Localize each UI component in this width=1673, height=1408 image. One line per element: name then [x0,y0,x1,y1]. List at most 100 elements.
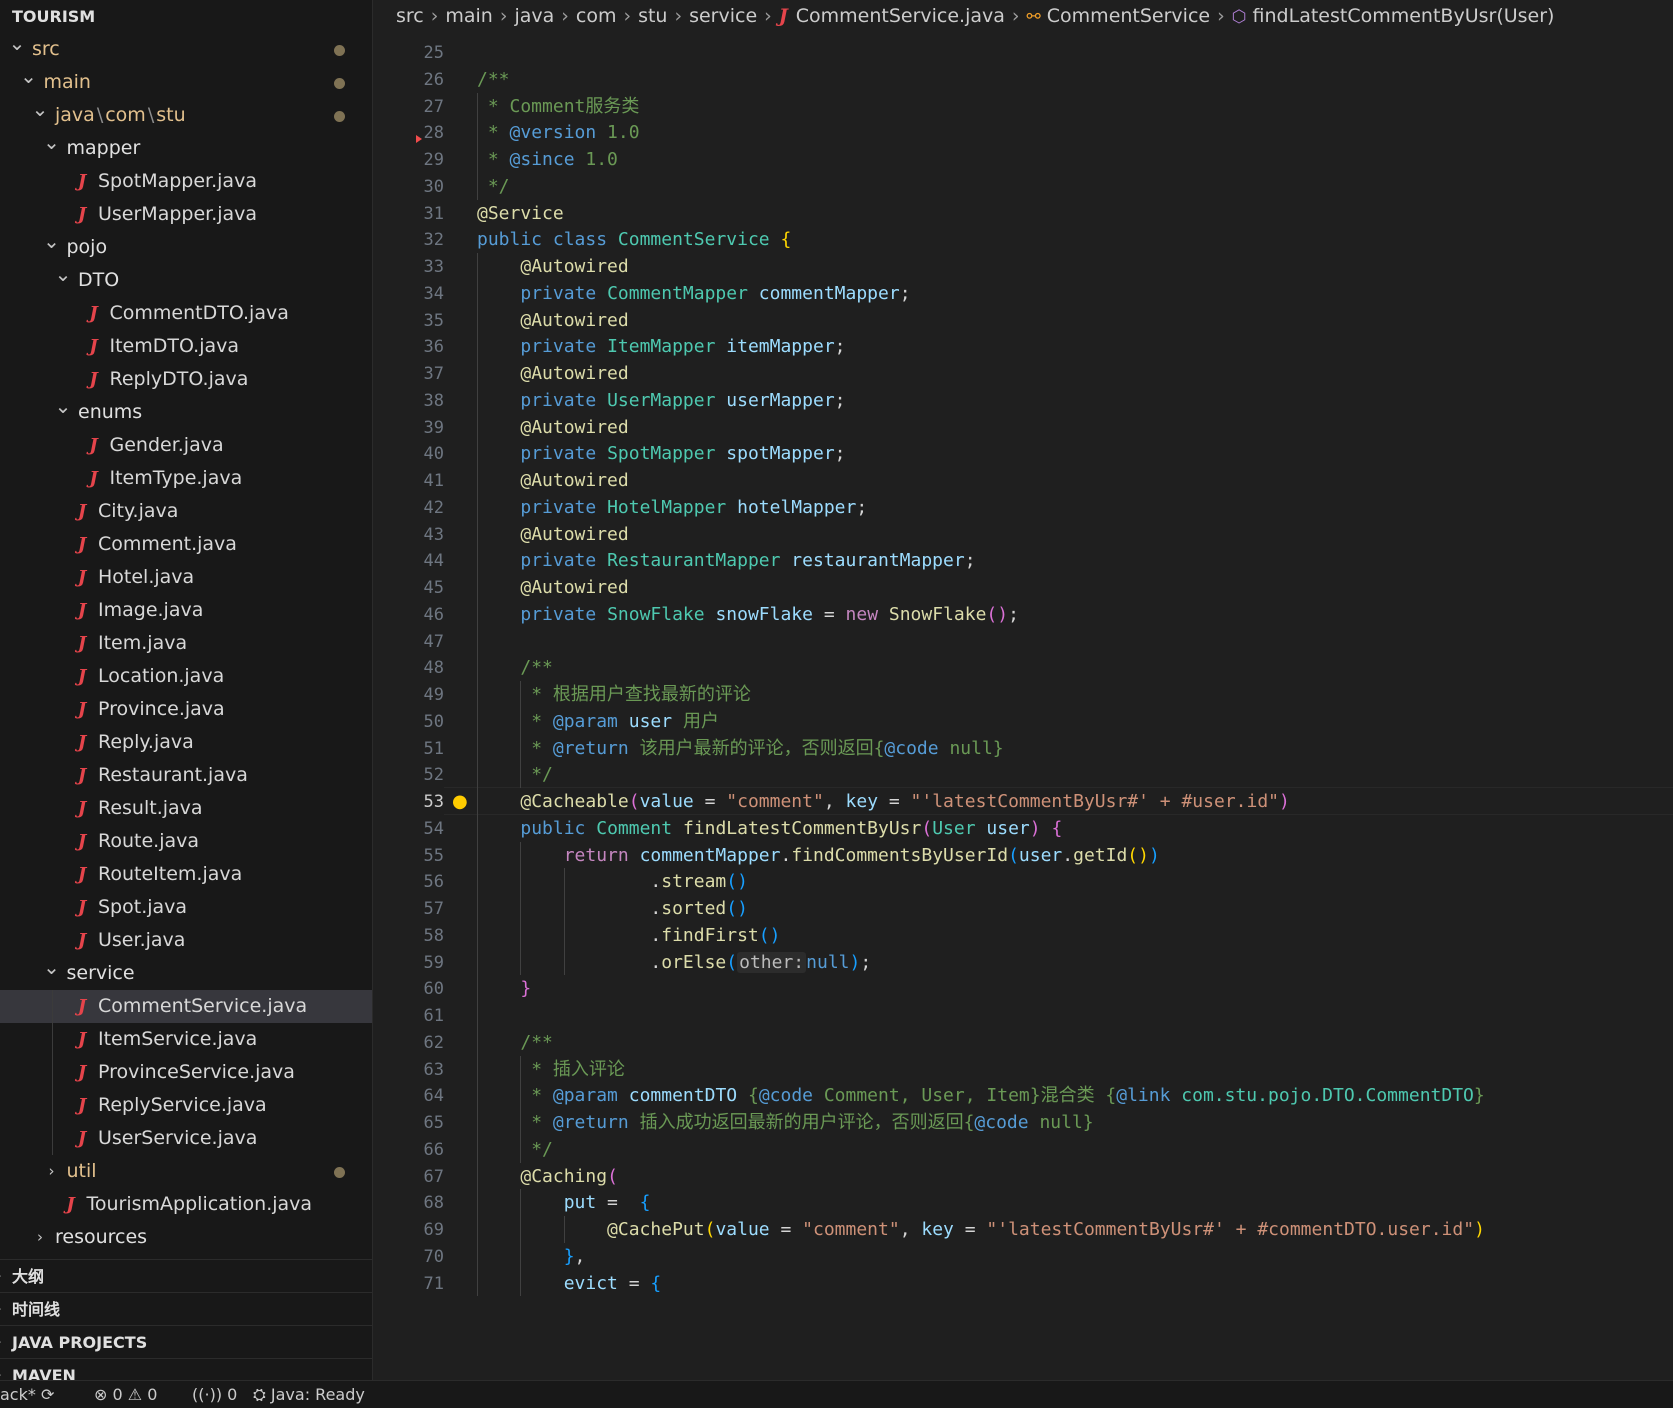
breadcrumb-item[interactable]: src [396,5,424,27]
breadcrumb-item[interactable]: java [514,5,554,27]
code-line[interactable]: private RestaurantMapper restaurantMappe… [477,547,975,575]
code-line[interactable]: /** [477,1029,553,1057]
file-item[interactable]: J UserService.java [0,1122,372,1155]
file-item[interactable]: J CommentService.java [0,990,372,1023]
sidebar-section[interactable]: › 大纲 [0,1259,372,1292]
file-label: ProvinceService.java [98,1061,295,1083]
code-line[interactable]: @Autowired [477,360,628,388]
code-line[interactable]: * @since 1.0 [477,146,618,174]
breadcrumb-item[interactable]: main [445,5,492,27]
code-line[interactable]: @Autowired [477,253,628,281]
breadcrumb-item[interactable]: service [689,5,757,27]
java-status[interactable]: ⛭ Java: Ready [253,1381,365,1408]
code-line[interactable]: public Comment findLatestCommentByUsr(Us… [477,815,1062,843]
code-line[interactable]: * @param user 用户 [477,708,719,736]
breadcrumb-item[interactable]: com [576,5,617,27]
file-item[interactable]: J Comment.java [0,528,372,561]
code-line[interactable]: * @version 1.0 [477,119,640,147]
code-line[interactable]: @Autowired [477,521,628,549]
code-line[interactable]: */ [477,761,553,789]
file-item[interactable]: J TourismApplication.java [0,1188,372,1221]
breadcrumb-file[interactable]: CommentService.java [796,5,1005,27]
code-line[interactable]: .orElse(other: null); [477,949,871,977]
code-line[interactable]: } [477,975,531,1003]
code-line[interactable]: * Comment服务类 [477,93,640,121]
code-line[interactable]: .findFirst() [477,922,780,950]
explorer-title[interactable]: TOURISM [0,0,372,33]
code-line[interactable]: */ [477,1136,553,1164]
lightbulb-icon[interactable]: ● [452,788,472,816]
problems-indicator[interactable]: ⊗ 0 ⚠ 0 [94,1381,157,1408]
code-line[interactable]: @Autowired [477,574,628,602]
code-line[interactable]: * 根据用户查找最新的评论 [477,681,751,709]
code-line[interactable]: .sorted() [477,895,748,923]
breadcrumb-item[interactable]: stu [638,5,667,27]
file-item[interactable]: J RouteItem.java [0,858,372,891]
folder-item[interactable]: ⌄ DTO [0,262,372,297]
folder-item[interactable]: ⌄ mapper [0,130,372,165]
file-item[interactable]: J ItemType.java [0,462,372,495]
code-line[interactable]: put = { [477,1189,651,1217]
folder-item[interactable]: › resources [0,1221,372,1254]
file-item[interactable]: J Location.java [0,660,372,693]
code-line[interactable]: /** [477,654,553,682]
folder-item[interactable]: ⌄ service [0,955,372,990]
code-line[interactable]: */ [477,173,510,201]
folder-item[interactable]: › util [0,1155,372,1188]
code-line[interactable]: /** [477,66,510,94]
file-item[interactable]: J Image.java [0,594,372,627]
code-line[interactable]: return commentMapper.findCommentsByUserI… [477,842,1160,870]
file-item[interactable]: J Item.java [0,627,372,660]
breadcrumb-class[interactable]: CommentService [1047,5,1210,27]
code-line[interactable]: private CommentMapper commentMapper; [477,280,910,308]
file-item[interactable]: J Province.java [0,693,372,726]
sidebar-section[interactable]: › MAVEN [0,1358,372,1380]
folder-item[interactable]: ⌄ src [0,31,372,66]
ports-indicator[interactable]: ((·)) 0 [192,1381,237,1408]
file-item[interactable]: J SpotMapper.java [0,165,372,198]
file-item[interactable]: J Gender.java [0,429,372,462]
code-line[interactable]: private ItemMapper itemMapper; [477,333,845,361]
file-item[interactable]: J ItemDTO.java [0,330,372,363]
file-item[interactable]: J Hotel.java [0,561,372,594]
code-editor[interactable]: 25 26 27 28 29 30 31 32 33 34 35 36 37 38 39 40 41 42 43 44… [374,33,1673,1380]
code-line[interactable]: @CachePut(value = "comment", key = "'lat… [477,1216,1485,1244]
code-token: . [477,898,662,919]
file-item[interactable]: J ProvinceService.java [0,1056,372,1089]
file-item[interactable]: J ItemService.java [0,1023,372,1056]
code-area[interactable]: /** * Comment服务类 * @version 1.0 * @since… [477,33,1673,1380]
file-item[interactable]: J City.java [0,495,372,528]
folder-item[interactable]: ⌄ main [0,64,372,99]
code-line[interactable]: * @param commentDTO {@code Comment, User… [477,1082,1485,1110]
code-line[interactable]: private SpotMapper spotMapper; [477,440,845,468]
code-line[interactable]: .stream() [477,868,748,896]
code-line[interactable]: public class CommentService { [477,226,791,254]
code-line[interactable]: * 插入评论 [477,1056,625,1084]
sidebar-section[interactable]: › JAVA PROJECTS [0,1325,372,1358]
git-branch[interactable]: ack* ⟳ [0,1381,54,1408]
code-line[interactable]: @Autowired [477,307,628,335]
code-line[interactable]: * @return 插入成功返回最新的用户评论，否则返回{@code null} [477,1109,1093,1137]
file-item[interactable]: J Route.java [0,825,372,858]
file-item[interactable]: J Restaurant.java [0,759,372,792]
code-line[interactable]: private SnowFlake snowFlake = new SnowFl… [477,601,1019,629]
folder-item[interactable]: ⌄ enums [0,394,372,429]
file-item[interactable]: J Spot.java [0,891,372,924]
code-line[interactable]: @Cacheable(value = "comment", key = "'la… [477,788,1290,816]
code-line[interactable]: @Autowired [477,467,628,495]
file-item[interactable]: J CommentDTO.java [0,297,372,330]
file-item[interactable]: J Reply.java [0,726,372,759]
code-line[interactable]: evict = { [477,1270,662,1298]
code-line[interactable]: * @return 该用户最新的评论，否则返回{@code null} [477,735,1003,763]
code-line[interactable]: private HotelMapper hotelMapper; [477,494,867,522]
file-item[interactable]: J ReplyService.java [0,1089,372,1122]
code-line[interactable]: @Autowired [477,414,628,442]
path-separator: \ [147,104,155,126]
file-item[interactable]: J Result.java [0,792,372,825]
code-line[interactable]: @Service [477,200,564,228]
sidebar-section[interactable]: › 时间线 [0,1292,372,1325]
breadcrumb-method[interactable]: findLatestCommentByUsr(User) [1253,5,1555,27]
code-line[interactable]: @Caching( [477,1163,618,1191]
code-line[interactable]: private UserMapper userMapper; [477,387,845,415]
code-line[interactable]: }, [477,1243,586,1271]
